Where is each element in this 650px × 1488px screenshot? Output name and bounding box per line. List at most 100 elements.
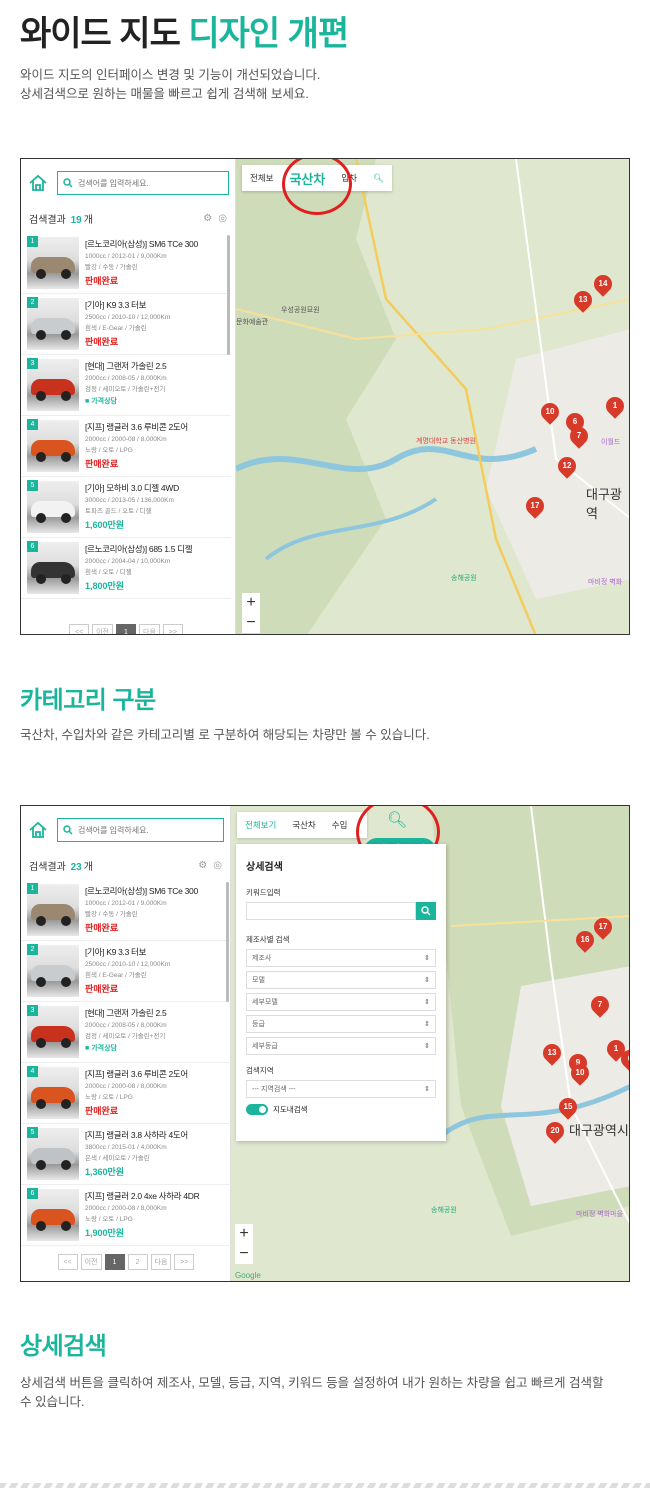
page-button[interactable]: >> [162, 624, 183, 634]
page-button[interactable]: 다음 [139, 624, 160, 634]
home-icon[interactable] [27, 819, 49, 841]
home-icon[interactable] [27, 172, 49, 194]
detail-search-icon[interactable]: 🔍︎ [387, 810, 407, 830]
map-label-hospital: 계명대학교 동산병원 [416, 438, 476, 445]
scrollbar[interactable] [227, 235, 230, 355]
list-item[interactable]: 4 [지프] 랭글러 3.6 루비콘 2도어 2000cc / 2000-08 / … [21, 1063, 231, 1124]
page-button[interactable]: << [57, 1254, 78, 1270]
map-marker[interactable]: 7 [566, 423, 592, 449]
list-item[interactable]: 2 [기아] K9 3.3 터보 2500cc / 2010-10 / 12,000… [21, 294, 231, 355]
search-input[interactable] [78, 178, 198, 188]
map-marker[interactable]: 1 [602, 393, 628, 419]
car-name[interactable]: [르노코리아(삼성)] SM6 TCe 300 [85, 885, 227, 897]
car-name[interactable]: [르노코리아(삼성)] SM6 TCe 300 [85, 238, 227, 250]
car-name[interactable]: [기아] 모하비 3.0 디젤 4WD [85, 482, 227, 494]
map-marker[interactable]: 10 [567, 1060, 593, 1086]
car-spec-detail: 토파즈 골드 / 오토 / 디젤 [85, 508, 152, 515]
list-item[interactable]: 5 [지프] 랭글러 3.8 사하라 4도어 3800cc / 2015-01 / … [21, 1124, 231, 1185]
car-name[interactable]: [지프] 랭글러 2.0 4xe 사하라 4DR [85, 1190, 227, 1202]
list-item[interactable]: 4 [지프] 랭글러 3.6 루비콘 2도어 2000cc / 2000-08 / … [21, 416, 231, 477]
tab-import[interactable]: 수입 [324, 819, 356, 831]
tab-all[interactable]: 전체보 [242, 172, 281, 184]
car-name[interactable]: [현대] 그랜저 가솔린 2.5 [85, 360, 227, 372]
car-status: 1,360만원 [85, 1167, 125, 1177]
map-marker[interactable]: 14 [590, 271, 616, 297]
location-icon[interactable]: ◎ [218, 213, 227, 224]
item-number: 4 [27, 419, 38, 430]
map-marker[interactable]: 13 [570, 287, 596, 313]
tab-search-icon[interactable]: 🔍︎ [365, 173, 392, 184]
car-spec-detail: 노랑 / 오토 / LPG [85, 1216, 133, 1223]
map-marker[interactable]: 12 [554, 453, 580, 479]
select-maker[interactable]: 제조사 ⇕ [246, 949, 436, 967]
list-item[interactable]: 6 [지프] 랭글러 2.0 4xe 사하라 4DR 2000cc / 2000-0… [21, 1185, 231, 1246]
car-name[interactable]: [르노코리아(삼성)] 685 1.5 디젤 [85, 543, 227, 555]
car-name[interactable]: [기아] K9 3.3 터보 [85, 946, 227, 958]
page-button[interactable]: 이전 [92, 624, 113, 634]
zoom-out-button[interactable]: − [242, 613, 260, 633]
list-item[interactable]: 3 [현대] 그랜저 가솔린 2.5 2000cc / 2008-05 / 8,00… [21, 355, 231, 416]
page-button[interactable]: 1 [116, 624, 136, 634]
search-box[interactable] [57, 171, 229, 195]
map-search-toggle[interactable]: 지도내검색 [246, 1104, 436, 1115]
tab-domestic[interactable]: 국산차 [284, 819, 323, 831]
bottom-divider [0, 1483, 650, 1488]
select-grade[interactable]: 등급 ⇕ [246, 1015, 436, 1033]
car-name[interactable]: [지프] 랭글러 3.6 루비콘 2도어 [85, 421, 227, 433]
settings-icon[interactable]: ⚙ [198, 860, 207, 871]
map-label-place: 우성공원묘원 [281, 307, 320, 314]
result-list: 1 [르노코리아(삼성)] SM6 TCe 300 1000cc / 2012-01… [21, 233, 231, 599]
map-marker[interactable]: 20 [542, 1118, 568, 1144]
zoom-control: + − [235, 1224, 253, 1264]
settings-icon[interactable]: ⚙ [203, 213, 212, 224]
car-name[interactable]: [지프] 랭글러 3.6 루비콘 2도어 [85, 1068, 227, 1080]
list-item[interactable]: 3 [현대] 그랜저 가솔린 2.5 2000cc / 2008-05 / 8,00… [21, 1002, 231, 1063]
zoom-in-button[interactable]: + [242, 593, 260, 613]
category-tabs: 전체보기 국산차 수입 [237, 812, 367, 838]
page-button[interactable]: 다음 [150, 1254, 172, 1270]
section-description-category: 국산차, 수입차와 같은 카테고리별 로 구분하여 해당되는 차량만 볼 수 있… [20, 728, 430, 742]
scrollbar[interactable] [226, 882, 229, 1002]
car-spec-detail: 검정 / 세미오토 / 가솔린+전기 [85, 1033, 166, 1040]
location-icon[interactable]: ◎ [213, 860, 222, 871]
item-number: 5 [27, 480, 38, 491]
zoom-out-button[interactable]: − [235, 1244, 253, 1264]
car-status: 1,800만원 [85, 581, 125, 591]
page-button[interactable]: 2 [127, 1254, 148, 1270]
search-box[interactable] [57, 818, 224, 842]
keyword-input[interactable] [246, 902, 416, 920]
car-name[interactable]: [지프] 랭글러 3.8 사하라 4도어 [85, 1129, 227, 1141]
list-item[interactable]: 1 [르노코리아(삼성)] SM6 TCe 300 1000cc / 2012-01… [21, 233, 231, 294]
page-button[interactable]: 1 [104, 1254, 125, 1270]
map-marker[interactable]: 13 [539, 1040, 565, 1066]
tab-all[interactable]: 전체보기 [237, 819, 284, 831]
item-number: 6 [27, 541, 38, 552]
select-submodel[interactable]: 세부모델 ⇕ [246, 993, 436, 1011]
car-name[interactable]: [기아] K9 3.3 터보 [85, 299, 227, 311]
list-item[interactable]: 1 [르노코리아(삼성)] SM6 TCe 300 1000cc / 2012-01… [21, 880, 231, 941]
page-button[interactable]: >> [174, 1254, 195, 1270]
select-region[interactable]: --- 지역검색 --- ⇕ [246, 1080, 436, 1098]
map-marker[interactable]: 10 [537, 399, 563, 425]
map-label-place: 이월드 [601, 439, 621, 446]
car-spec: 1000cc / 2012-01 / 9,000Km [85, 253, 167, 260]
car-name[interactable]: [현대] 그랜저 가솔린 2.5 [85, 1007, 227, 1019]
car-spec: 3000cc / 2013-05 / 136,000Km [85, 497, 174, 504]
page-button[interactable]: << [69, 624, 90, 634]
section-title-category: 카테고리 구분 [20, 687, 156, 714]
map-marker[interactable]: 17 [590, 914, 616, 940]
search-input[interactable] [78, 825, 198, 835]
zoom-in-button[interactable]: + [235, 1224, 253, 1244]
item-number: 1 [27, 236, 38, 247]
page-button[interactable]: 이전 [80, 1254, 102, 1270]
map-marker[interactable]: 17 [522, 493, 548, 519]
list-item[interactable]: 6 [르노코리아(삼성)] 685 1.5 디젤 2000cc / 2004-04 … [21, 538, 231, 599]
list-item[interactable]: 2 [기아] K9 3.3 터보 2500cc / 2010-10 / 12,000… [21, 941, 231, 1002]
map-area[interactable]: 전체보 국산차 입차 🔍︎ 13 14 10 6 1 7 12 17 대구광역 … [236, 159, 629, 634]
list-item[interactable]: 5 [기아] 모하비 3.0 디젤 4WD 3000cc / 2013-05 / 1… [21, 477, 231, 538]
select-subgrade[interactable]: 세부등급 ⇕ [246, 1037, 436, 1055]
map-marker[interactable]: 7 [587, 992, 613, 1018]
select-model[interactable]: 모델 ⇕ [246, 971, 436, 989]
map-marker[interactable]: 15 [555, 1094, 581, 1120]
keyword-search-button[interactable] [416, 902, 436, 920]
